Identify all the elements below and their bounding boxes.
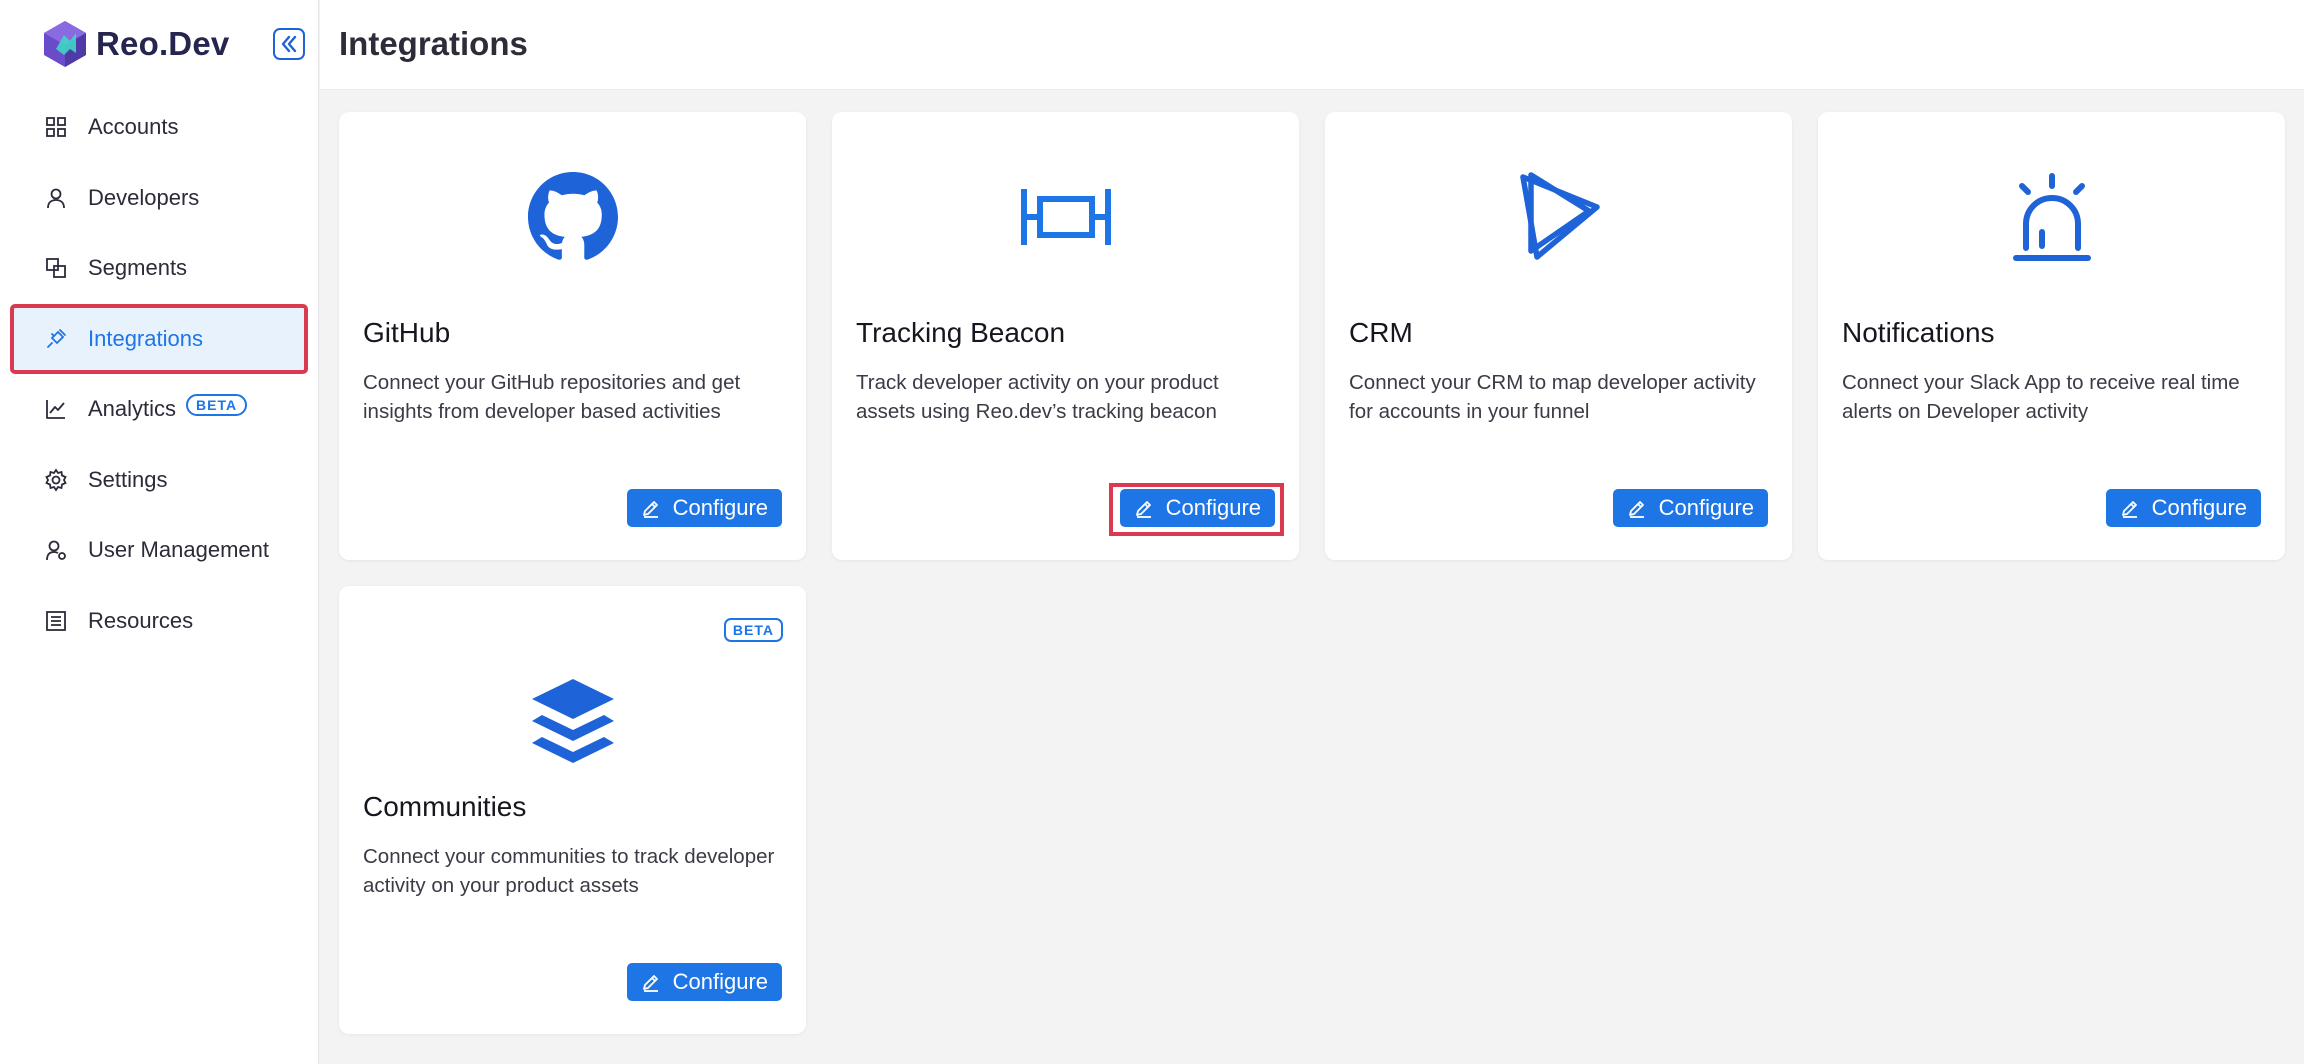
pencil-icon (642, 975, 658, 992)
sidebar-item-segments[interactable]: Segments (12, 235, 306, 301)
sidebar-item-label: Analytics (88, 396, 177, 421)
pencil-icon (642, 501, 658, 518)
configure-button-label: Configure (672, 969, 768, 994)
sidebar-item-settings[interactable]: Settings (12, 447, 306, 513)
highlight-box (1109, 483, 1284, 536)
configure-button[interactable]: Configure (2105, 489, 2261, 527)
card-title: Communities (363, 791, 527, 822)
card-title: Tracking Beacon (856, 317, 1066, 348)
configure-button[interactable]: Configure (1612, 489, 1768, 527)
sidebar-item-integrations[interactable]: Integrations (10, 303, 308, 374)
sidebar-item-label: Segments (88, 255, 188, 280)
card-title: Notifications (1842, 317, 1995, 348)
sidebar: Reo.Dev Accounts Developers Segments Int… (0, 0, 319, 1064)
card-description: Connect your GitHub repositories and get… (363, 371, 741, 423)
integration-card-tracking-beacon: Tracking Beacon Track developer activity… (832, 112, 1299, 560)
beta-badge: BETA (186, 394, 248, 416)
page-title: Integrations (339, 25, 528, 62)
card-title: CRM (1349, 317, 1413, 348)
sidebar-item-accounts[interactable]: Accounts (12, 94, 306, 160)
user-icon (44, 186, 68, 210)
integration-card-crm: CRM Connect your CRM to map developer ac… (1325, 112, 1792, 560)
sidebar-item-label: Resources (88, 607, 194, 633)
plug-icon (44, 327, 68, 351)
layers-icon (523, 670, 623, 770)
crm-icon (1509, 167, 1609, 267)
collapse-sidebar-icon (281, 35, 297, 53)
integration-card-github: GitHub Connect your GitHub repositories … (339, 112, 806, 560)
sidebar-item-analytics[interactable]: Analytics BETA (12, 376, 306, 442)
github-icon (523, 167, 623, 267)
grid-icon (44, 115, 68, 139)
card-description: Connect your CRM to map developer activi… (1349, 371, 1756, 423)
reo-logo-icon (44, 21, 86, 67)
page-header: Integrations (320, 0, 2304, 90)
pencil-icon (2121, 501, 2137, 518)
integration-card-communities: BETA Communities Connect your communitie… (339, 586, 806, 1034)
integration-card-notifications: Notifications Connect your Slack App to … (1818, 112, 2285, 560)
sidebar-item-user-management[interactable]: User Management (12, 517, 306, 583)
sidebar-item-label: Integrations (88, 325, 203, 351)
configure-button-label: Configure (672, 495, 768, 520)
configure-button[interactable]: Configure (626, 963, 782, 1001)
card-title: GitHub (363, 317, 451, 348)
beacon-icon (1016, 167, 1116, 267)
configure-button-label: Configure (1658, 495, 1754, 520)
brand[interactable]: Reo.Dev (42, 19, 229, 69)
sidebar-item-label: Settings (88, 466, 168, 492)
beta-badge: BETA (723, 618, 783, 642)
collapse-sidebar-button[interactable] (273, 28, 305, 60)
card-description: Connect your Slack App to receive real t… (1842, 371, 2240, 423)
gear-icon (44, 467, 68, 492)
chart-icon (44, 397, 68, 421)
list-icon (44, 609, 68, 633)
card-description: Connect your communities to track develo… (363, 845, 775, 897)
configure-button[interactable]: Configure (626, 489, 782, 527)
brand-name: Reo.Dev (96, 25, 230, 62)
card-description: Track developer activity on your product… (856, 371, 1219, 423)
sidebar-item-label: Accounts (88, 114, 179, 139)
sidebar-nav: Accounts Developers Segments Integration… (10, 94, 308, 658)
sidebar-item-label: User Management (88, 537, 269, 562)
configure-button-label: Configure (2151, 495, 2247, 520)
pencil-icon (1628, 501, 1644, 518)
sidebar-item-resources[interactable]: Resources (12, 588, 306, 654)
sidebar-item-label: Developers (88, 184, 200, 210)
segments-icon (44, 256, 68, 280)
alarm-icon (2002, 167, 2102, 267)
user-manage-icon (44, 538, 68, 562)
sidebar-item-developers[interactable]: Developers (12, 165, 306, 231)
